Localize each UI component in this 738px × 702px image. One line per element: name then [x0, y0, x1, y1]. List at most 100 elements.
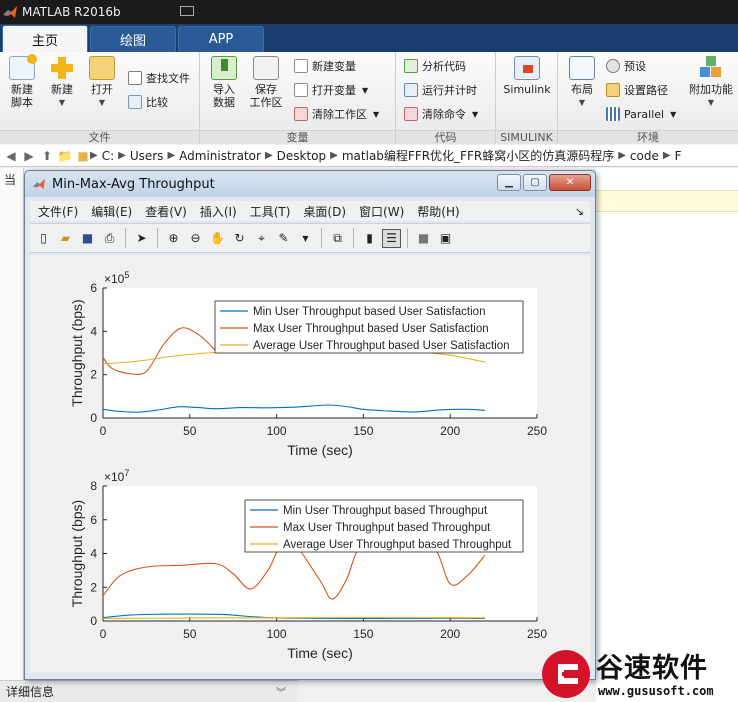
new-variable-icon: [294, 59, 308, 73]
clear-workspace-button[interactable]: 清除工作区 ▼: [294, 104, 379, 124]
new-dropdown-icon[interactable]: ▼: [42, 96, 82, 109]
tab-home[interactable]: 主页: [2, 25, 88, 52]
clear-commands-dropdown-icon[interactable]: ▼: [472, 110, 478, 119]
breadcrumb-users[interactable]: Users: [130, 149, 164, 163]
open-file-icon[interactable]: ▰: [56, 229, 75, 248]
x-tick-label: 0: [100, 627, 107, 641]
tab-apps[interactable]: APP: [178, 26, 264, 52]
legend-entry: Min User Throughput based User Satisfact…: [253, 306, 485, 318]
menu-window[interactable]: 窗口(W): [359, 203, 404, 220]
link-plot-icon[interactable]: ⧉: [328, 229, 347, 248]
close-icon[interactable]: ✕: [549, 174, 591, 191]
back-icon[interactable]: ◀: [4, 149, 18, 163]
find-files-button[interactable]: 查找文件: [128, 68, 190, 88]
legend-icon[interactable]: ☰: [382, 228, 401, 248]
menu-edit[interactable]: 编辑(E): [91, 203, 132, 220]
save-workspace-button[interactable]: 保存 工作区: [246, 56, 286, 109]
analyze-code-icon: [404, 59, 418, 73]
menu-tools[interactable]: 工具(T): [250, 203, 291, 220]
menu-desktop[interactable]: 桌面(D): [303, 203, 346, 220]
tab-plots[interactable]: 绘图: [90, 26, 176, 52]
path-separator-icon: ▶: [90, 150, 98, 161]
parallel-button[interactable]: Parallel ▼: [606, 104, 676, 124]
open-variable-dropdown-icon[interactable]: ▼: [362, 86, 368, 95]
new-figure-icon[interactable]: ▯: [34, 229, 53, 248]
breadcrumb-project[interactable]: matlab编程FFR优化_FFR蜂窝小区的仿真源码程序: [342, 147, 614, 164]
new-script-button[interactable]: 新建 脚本: [2, 54, 42, 109]
gear-icon: [606, 59, 620, 73]
layout-dropdown-icon[interactable]: ▼: [562, 96, 602, 109]
zoom-in-icon[interactable]: ⊕: [164, 229, 183, 248]
x-tick-label: 50: [183, 627, 197, 641]
chevron-down-icon[interactable]: ︾: [276, 684, 286, 699]
clear-commands-label: 清除命令: [422, 108, 466, 121]
breadcrumb-code[interactable]: code: [630, 149, 659, 163]
data-cursor-icon[interactable]: ⌖: [252, 229, 271, 248]
print-icon[interactable]: ⎙: [100, 229, 119, 248]
toolbar-separator: [157, 228, 158, 248]
command-window-panel[interactable]: [596, 168, 738, 702]
rotate-3d-icon[interactable]: ↻: [230, 229, 249, 248]
pointer-icon[interactable]: ➤: [132, 229, 151, 248]
clear-workspace-dropdown-icon[interactable]: ▼: [373, 110, 379, 119]
up-folder-icon[interactable]: ⬆: [40, 149, 54, 163]
menu-file[interactable]: 文件(F): [38, 203, 78, 220]
run-and-time-button[interactable]: 运行并计时: [404, 80, 477, 100]
set-path-button[interactable]: 设置路径: [606, 80, 668, 100]
window-controls: ▁ ▢ ✕: [497, 174, 591, 191]
compare-label: 比较: [146, 96, 168, 109]
breadcrumb-c[interactable]: C:: [102, 149, 114, 163]
zoom-out-icon[interactable]: ⊖: [186, 229, 205, 248]
breadcrumb-f[interactable]: F: [675, 149, 682, 163]
simulink-button[interactable]: Simulink: [500, 56, 554, 96]
analyze-code-button[interactable]: 分析代码: [404, 56, 466, 76]
clear-workspace-label: 清除工作区: [312, 108, 367, 121]
new-button[interactable]: 新建 ▼: [42, 56, 82, 109]
new-variable-button[interactable]: 新建变量: [294, 56, 356, 76]
open-button[interactable]: 打开 ▼: [82, 56, 122, 109]
breadcrumb-desktop[interactable]: Desktop: [277, 149, 327, 163]
add-ons-button[interactable]: 附加功能 ▼: [686, 56, 736, 109]
maximize-icon[interactable]: ▢: [523, 174, 547, 191]
x-tick-label: 250: [527, 627, 547, 641]
toolbar-separator: [321, 228, 322, 248]
add-ons-label: 附加功能: [689, 83, 733, 96]
legend-entry: Average User Throughput based Throughput: [283, 539, 512, 551]
hide-plot-tools-icon[interactable]: ■: [414, 229, 433, 248]
minimize-icon[interactable]: ▁: [497, 174, 521, 191]
forward-icon[interactable]: ▶: [22, 149, 36, 163]
x-axis-label: Time (sec): [287, 645, 353, 661]
parallel-dropdown-icon[interactable]: ▼: [670, 110, 676, 119]
layout-label: 布局: [571, 83, 593, 96]
preferences-button[interactable]: 预设: [606, 56, 646, 76]
x-tick-label: 50: [183, 424, 197, 438]
menu-overflow-icon[interactable]: ↘: [575, 205, 584, 218]
ribbon-group-environment-label: 环境: [558, 130, 738, 144]
pan-hand-icon[interactable]: ✋: [208, 229, 227, 248]
menu-view[interactable]: 查看(V): [145, 203, 187, 220]
browse-folder-icon[interactable]: 📁: [58, 149, 73, 163]
details-panel[interactable]: 详细信息 ︾: [0, 680, 298, 702]
y-tick-label: 0: [90, 411, 97, 425]
brush-icon[interactable]: ✎: [274, 229, 293, 248]
breadcrumb-administrator[interactable]: Administrator: [179, 149, 261, 163]
open-variable-button[interactable]: 打开变量 ▼: [294, 80, 368, 100]
new-variable-label: 新建变量: [312, 60, 356, 73]
run-and-time-icon: [404, 83, 418, 97]
new-plus-icon: [49, 56, 75, 80]
legend-entry: Max User Throughput based Throughput: [283, 522, 491, 534]
colorbar-icon[interactable]: ▮: [360, 229, 379, 248]
menu-insert[interactable]: 插入(I): [200, 203, 237, 220]
import-data-button[interactable]: 导入 数据: [204, 56, 244, 109]
brush-dropdown-icon[interactable]: ▼: [296, 229, 315, 248]
layout-button[interactable]: 布局 ▼: [562, 56, 602, 109]
clear-commands-button[interactable]: 清除命令 ▼: [404, 104, 478, 124]
add-ons-dropdown-icon[interactable]: ▼: [686, 96, 736, 109]
open-dropdown-icon[interactable]: ▼: [82, 96, 122, 109]
show-plot-tools-icon[interactable]: ▣: [436, 229, 455, 248]
menu-help[interactable]: 帮助(H): [417, 203, 459, 220]
y-tick-label: 6: [90, 513, 97, 527]
save-icon[interactable]: ■: [78, 229, 97, 248]
quick-access-button[interactable]: [180, 6, 194, 16]
compare-button[interactable]: 比较: [128, 92, 168, 112]
